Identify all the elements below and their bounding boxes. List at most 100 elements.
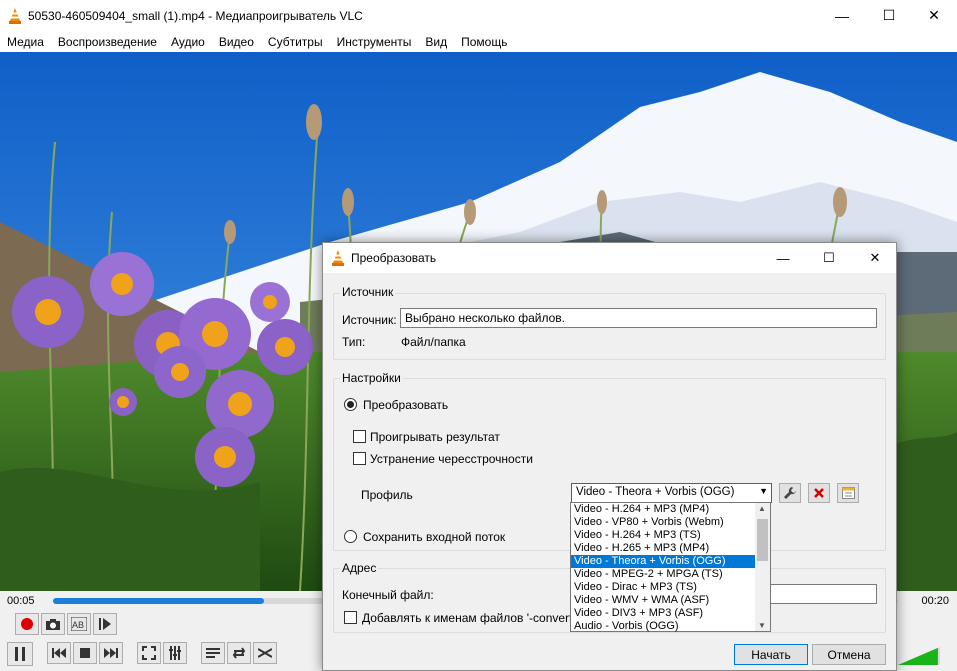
loop-ab-button[interactable]: AB	[67, 613, 91, 635]
pause-icon	[15, 647, 25, 661]
maximize-icon: ☐	[823, 250, 835, 265]
total-time: 00:20	[921, 595, 949, 607]
extended-settings-button[interactable]	[163, 642, 187, 664]
scroll-up-icon[interactable]: ▲	[758, 504, 766, 513]
previous-button[interactable]	[47, 642, 71, 664]
maximize-icon: ☐	[882, 7, 896, 23]
volume-slider[interactable]	[898, 647, 940, 665]
dialog-minimize-button[interactable]: —	[760, 243, 806, 273]
menu-tools[interactable]: Инструменты	[330, 35, 419, 49]
type-label: Тип:	[342, 335, 366, 349]
pause-button[interactable]	[7, 642, 33, 666]
dump-raw-radio[interactable]	[344, 530, 357, 543]
delete-profile-button[interactable]	[808, 483, 830, 503]
maximize-button[interactable]: ☐	[866, 0, 912, 31]
menu-help[interactable]: Помощь	[454, 35, 514, 49]
settings-group-title: Настройки	[340, 371, 403, 385]
menu-view[interactable]: Вид	[418, 35, 454, 49]
loop-button[interactable]	[227, 642, 251, 664]
profile-option[interactable]: Video - H.264 + MP3 (MP4)	[571, 503, 756, 516]
profile-option[interactable]: Audio - Vorbis (OGG)	[571, 620, 756, 633]
fullscreen-icon	[142, 646, 156, 660]
record-icon	[21, 618, 33, 630]
menu-audio[interactable]: Аудио	[164, 35, 212, 49]
snapshot-button[interactable]	[41, 613, 65, 635]
frame-step-button[interactable]	[93, 613, 117, 635]
shuffle-button[interactable]	[253, 642, 277, 664]
address-group-title: Адрес	[340, 561, 379, 575]
menu-media[interactable]: Медиа	[0, 35, 51, 49]
cancel-button[interactable]: Отмена	[812, 644, 886, 665]
next-icon	[104, 648, 118, 658]
edit-profile-button[interactable]	[779, 483, 801, 503]
volume-bar	[898, 647, 940, 665]
append-converted-label: Добавлять к именам файлов '-converted'	[362, 611, 589, 625]
profile-select[interactable]: Video - Theora + Vorbis (OGG) ▼	[571, 483, 772, 503]
elapsed-time: 00:05	[7, 595, 35, 607]
extended-settings-icon	[169, 646, 181, 660]
playlist-button[interactable]	[201, 642, 225, 664]
previous-icon	[52, 648, 66, 658]
delete-icon	[814, 488, 824, 498]
source-label: Источник:	[342, 313, 397, 327]
shuffle-icon	[258, 648, 272, 658]
window-titlebar: 50530-460509404_small (1).mp4 - Медиапро…	[0, 0, 957, 31]
source-group-title: Источник	[340, 285, 396, 299]
new-profile-icon	[841, 487, 855, 499]
frame-step-icon	[99, 618, 111, 630]
profile-option[interactable]: Video - H.264 + MP3 (TS)	[571, 529, 756, 542]
profile-option[interactable]: Video - VP80 + Vorbis (Webm)	[571, 516, 756, 529]
dump-raw-label: Сохранить входной поток	[363, 530, 506, 544]
scrollbar-thumb[interactable]	[757, 519, 768, 561]
dialog-close-button[interactable]: ✕	[852, 243, 898, 273]
start-button[interactable]: Начать	[734, 644, 808, 665]
profile-option[interactable]: Video - Theora + Vorbis (OGG)	[571, 555, 756, 568]
fullscreen-button[interactable]	[137, 642, 161, 664]
minimize-button[interactable]: —	[819, 0, 865, 31]
profile-selected-value: Video - Theora + Vorbis (OGG)	[576, 486, 735, 498]
dialog-title: Преобразовать	[351, 251, 437, 265]
scroll-down-icon[interactable]: ▼	[758, 621, 766, 630]
new-profile-button[interactable]	[837, 483, 859, 503]
profile-option[interactable]: Video - WMV + WMA (ASF)	[571, 594, 756, 607]
loop-icon	[232, 647, 246, 659]
profile-option[interactable]: Video - H.265 + MP3 (MP4)	[571, 542, 756, 555]
wrench-icon	[784, 487, 796, 499]
convert-radio[interactable]	[344, 398, 357, 411]
chevron-down-icon: ▼	[759, 486, 768, 496]
menu-video[interactable]: Видео	[212, 35, 261, 49]
camera-icon	[46, 618, 60, 630]
type-value: Файл/папка	[401, 335, 466, 349]
profile-option[interactable]: Video - DIV3 + MP3 (ASF)	[571, 607, 756, 620]
deinterlace-checkbox[interactable]	[353, 452, 366, 465]
stop-button[interactable]	[73, 642, 97, 664]
minimize-icon: —	[776, 250, 790, 266]
close-icon: ✕	[869, 250, 881, 265]
destination-field[interactable]	[763, 584, 877, 604]
profile-dropdown-list: Video - H.264 + MP3 (MP4) Video - VP80 + …	[570, 502, 771, 632]
destination-label: Конечный файл:	[342, 588, 434, 602]
dropdown-scrollbar[interactable]: ▲ ▼	[755, 503, 770, 631]
profile-option[interactable]: Video - MPEG-2 + MPGA (TS)	[571, 568, 756, 581]
dialog-maximize-button[interactable]: ☐	[806, 243, 852, 273]
menu-subtitles[interactable]: Субтитры	[261, 35, 330, 49]
close-window-button[interactable]: ✕	[911, 0, 957, 31]
convert-label: Преобразовать	[363, 398, 449, 412]
seek-progress	[53, 598, 265, 604]
playlist-icon	[206, 648, 220, 658]
play-result-checkbox[interactable]	[353, 430, 366, 443]
minimize-icon: —	[835, 7, 849, 24]
vlc-cone-icon	[9, 7, 21, 24]
profile-option[interactable]: Video - Dirac + MP3 (TS)	[571, 581, 756, 594]
append-converted-checkbox[interactable]	[344, 611, 357, 624]
menu-playback[interactable]: Воспроизведение	[51, 35, 164, 49]
window-title: 50530-460509404_small (1).mp4 - Медиапро…	[28, 8, 363, 23]
profile-label: Профиль	[361, 488, 413, 502]
record-button[interactable]	[15, 613, 39, 635]
menu-bar: Медиа Воспроизведение Аудио Видео Субтит…	[0, 31, 957, 52]
loop-ab-icon: AB	[71, 617, 87, 631]
source-field[interactable]: Выбрано несколько файлов.	[400, 308, 877, 328]
next-button[interactable]	[99, 642, 123, 664]
deinterlace-label: Устранение чересстрочности	[370, 452, 533, 466]
svg-text:AB: AB	[72, 620, 84, 630]
